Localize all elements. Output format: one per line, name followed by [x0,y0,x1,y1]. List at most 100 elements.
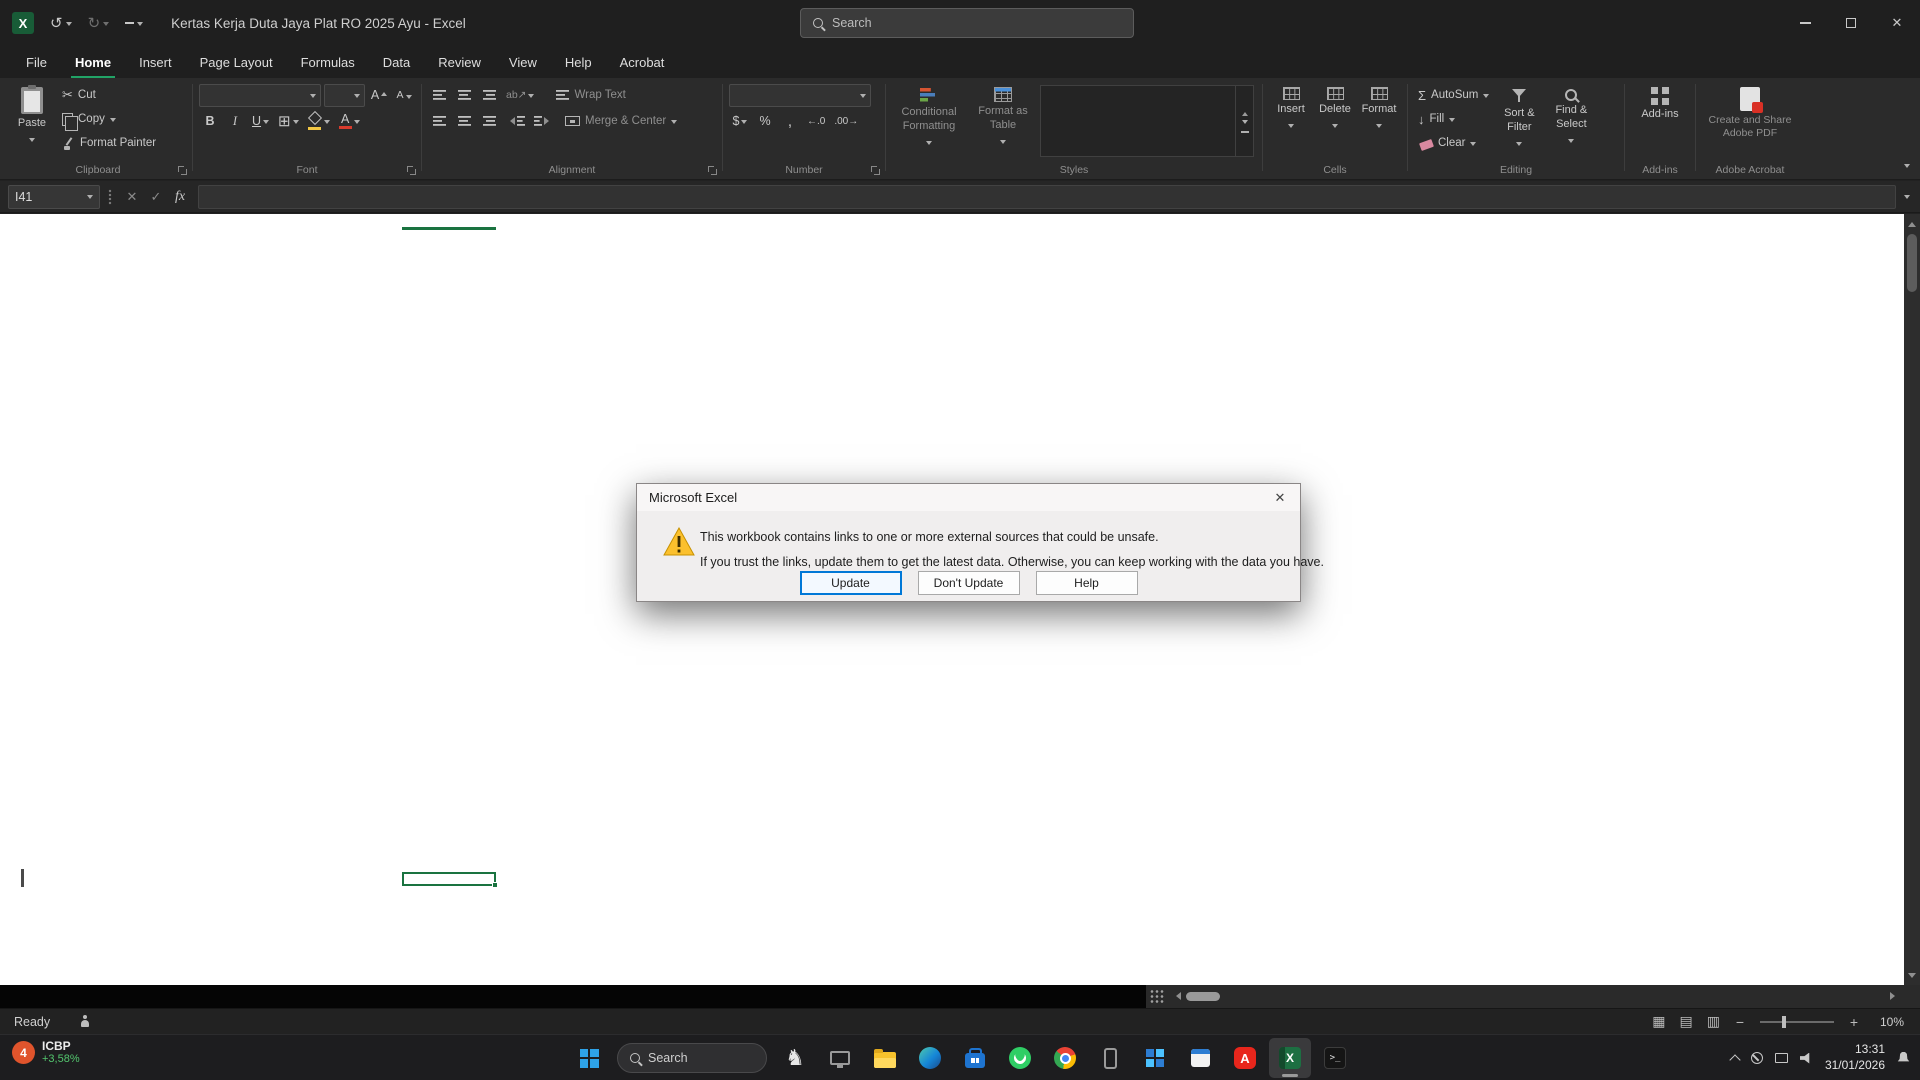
tab-help[interactable]: Help [551,46,606,78]
tray-overflow-icon[interactable] [1729,1054,1740,1065]
format-painter-button[interactable]: Format Painter [58,132,160,154]
do-not-disturb-icon[interactable] [1751,1052,1763,1064]
app-icon-acrobat[interactable]: A [1224,1038,1266,1078]
tab-home[interactable]: Home [61,46,125,78]
tab-page-layout[interactable]: Page Layout [186,46,287,78]
align-bottom-button[interactable] [478,84,500,106]
font-color-dropdown-icon[interactable] [354,120,360,127]
minimize-button[interactable] [1782,0,1828,46]
percent-style-button[interactable]: % [754,110,776,132]
format-cells-dropdown-icon[interactable] [1376,124,1382,131]
align-middle-button[interactable] [453,84,475,106]
copy-dropdown-icon[interactable] [110,118,116,125]
borders-dropdown-icon[interactable] [293,120,299,127]
selected-cell[interactable] [402,872,496,886]
gallery-down-icon[interactable] [1242,120,1248,127]
tab-formulas[interactable]: Formulas [287,46,369,78]
vertical-scroll-thumb[interactable] [1907,234,1917,292]
font-dialog-launcher[interactable] [407,166,416,175]
zoom-in-button[interactable]: + [1848,1014,1860,1030]
decrease-indent-button[interactable] [503,110,528,132]
clear-dropdown-icon[interactable] [1470,142,1476,149]
name-box-dropdown-icon[interactable] [87,195,93,202]
clipboard-dialog-launcher[interactable] [178,166,187,175]
scroll-left-icon[interactable] [1172,992,1181,1000]
tab-insert[interactable]: Insert [125,46,186,78]
insert-cells-button[interactable]: Insert [1269,82,1313,161]
formula-bar-grip[interactable] [108,189,112,205]
page-layout-view-button[interactable]: ▤ [1680,1013,1693,1030]
search-box[interactable]: Search [800,8,1134,38]
number-format-combo[interactable] [729,84,871,107]
increase-font-button[interactable]: A [368,84,390,106]
app-icon-edge[interactable] [909,1038,951,1078]
app-icon-whatsapp[interactable] [999,1038,1041,1078]
fill-button[interactable]: ↓Fill [1414,108,1493,130]
scrollbar-splitter-grip[interactable] [1150,989,1164,1004]
dont-update-button[interactable]: Don't Update [918,571,1020,595]
vertical-scrollbar[interactable] [1904,214,1920,985]
accessibility-icon[interactable] [78,1015,92,1029]
volume-icon[interactable] [1800,1053,1813,1064]
undo-dropdown-icon[interactable] [66,22,72,29]
sort-filter-dropdown-icon[interactable] [1516,142,1522,149]
copy-button[interactable]: Copy [58,108,160,130]
format-as-table-dropdown-icon[interactable] [1000,140,1006,147]
formula-input[interactable] [198,185,1896,209]
underline-dropdown-icon[interactable] [263,120,269,127]
tab-data[interactable]: Data [369,46,424,78]
customize-qat-button[interactable] [119,8,149,38]
borders-button[interactable]: ⊞ [275,110,302,132]
align-top-button[interactable] [428,84,450,106]
autosum-button[interactable]: ΣAutoSum [1414,84,1493,106]
taskbar-clock[interactable]: 13:31 31/01/2026 [1825,1042,1885,1073]
app-icon-calendar[interactable] [1179,1038,1221,1078]
orientation-button[interactable]: ab↗ [503,84,537,106]
zoom-out-button[interactable]: − [1734,1014,1746,1030]
app-icon-desktop[interactable] [819,1038,861,1078]
format-as-table-button[interactable]: Format asTable [970,82,1036,161]
cancel-entry-button[interactable]: ✕ [120,185,144,209]
merge-center-dropdown-icon[interactable] [671,120,677,127]
font-size-combo[interactable] [324,84,365,107]
widgets-button[interactable]: 4 ICBP +3,58% [12,1039,80,1067]
page-break-view-button[interactable]: ▥ [1707,1013,1720,1030]
name-box[interactable]: I41 [8,185,100,209]
undo-button[interactable]: ↺ [44,8,78,38]
addins-button[interactable]: Add-ins [1631,82,1689,161]
delete-cells-dropdown-icon[interactable] [1332,124,1338,131]
fill-color-button[interactable] [305,110,333,132]
scroll-up-button[interactable] [1904,216,1920,232]
wrap-text-button[interactable]: Wrap Text [552,84,629,106]
app-icon-file-explorer[interactable] [864,1038,906,1078]
app-icon-chrome[interactable] [1044,1038,1086,1078]
zoom-level[interactable]: 10% [1874,1015,1904,1029]
update-button[interactable]: Update [800,571,902,595]
sort-filter-button[interactable]: Sort &Filter [1493,82,1545,161]
paste-button[interactable]: Paste [10,82,54,161]
conditional-formatting-dropdown-icon[interactable] [926,141,932,148]
create-share-pdf-button[interactable]: Create and ShareAdobe PDF [1702,82,1798,161]
cut-button[interactable]: ✂Cut [58,84,160,106]
font-name-dropdown-icon[interactable] [310,94,316,101]
redo-dropdown-icon[interactable] [103,22,109,29]
redo-button[interactable]: ↻ [82,8,116,38]
delete-cells-button[interactable]: Delete [1313,82,1357,161]
find-select-button[interactable]: Find &Select [1545,82,1597,161]
number-format-dropdown-icon[interactable] [860,94,866,101]
app-icon-excel[interactable]: X [1269,1038,1311,1078]
fill-dropdown-icon[interactable] [1449,118,1455,125]
app-icon-phone-link[interactable] [1089,1038,1131,1078]
underline-button[interactable]: U [249,110,272,132]
accounting-format-button[interactable]: $ [729,110,751,132]
number-dialog-launcher[interactable] [871,166,880,175]
maximize-button[interactable] [1828,0,1874,46]
zoom-slider-thumb[interactable] [1782,1016,1786,1028]
increase-decimal-button[interactable]: ←.0 [804,110,828,132]
display-tray-icon[interactable] [1775,1053,1788,1063]
font-color-button[interactable]: A [336,110,363,132]
enter-entry-button[interactable]: ✓ [144,185,168,209]
insert-function-button[interactable]: fx [168,185,192,209]
decrease-decimal-button[interactable]: .00→ [831,110,861,132]
align-left-button[interactable] [428,110,450,132]
